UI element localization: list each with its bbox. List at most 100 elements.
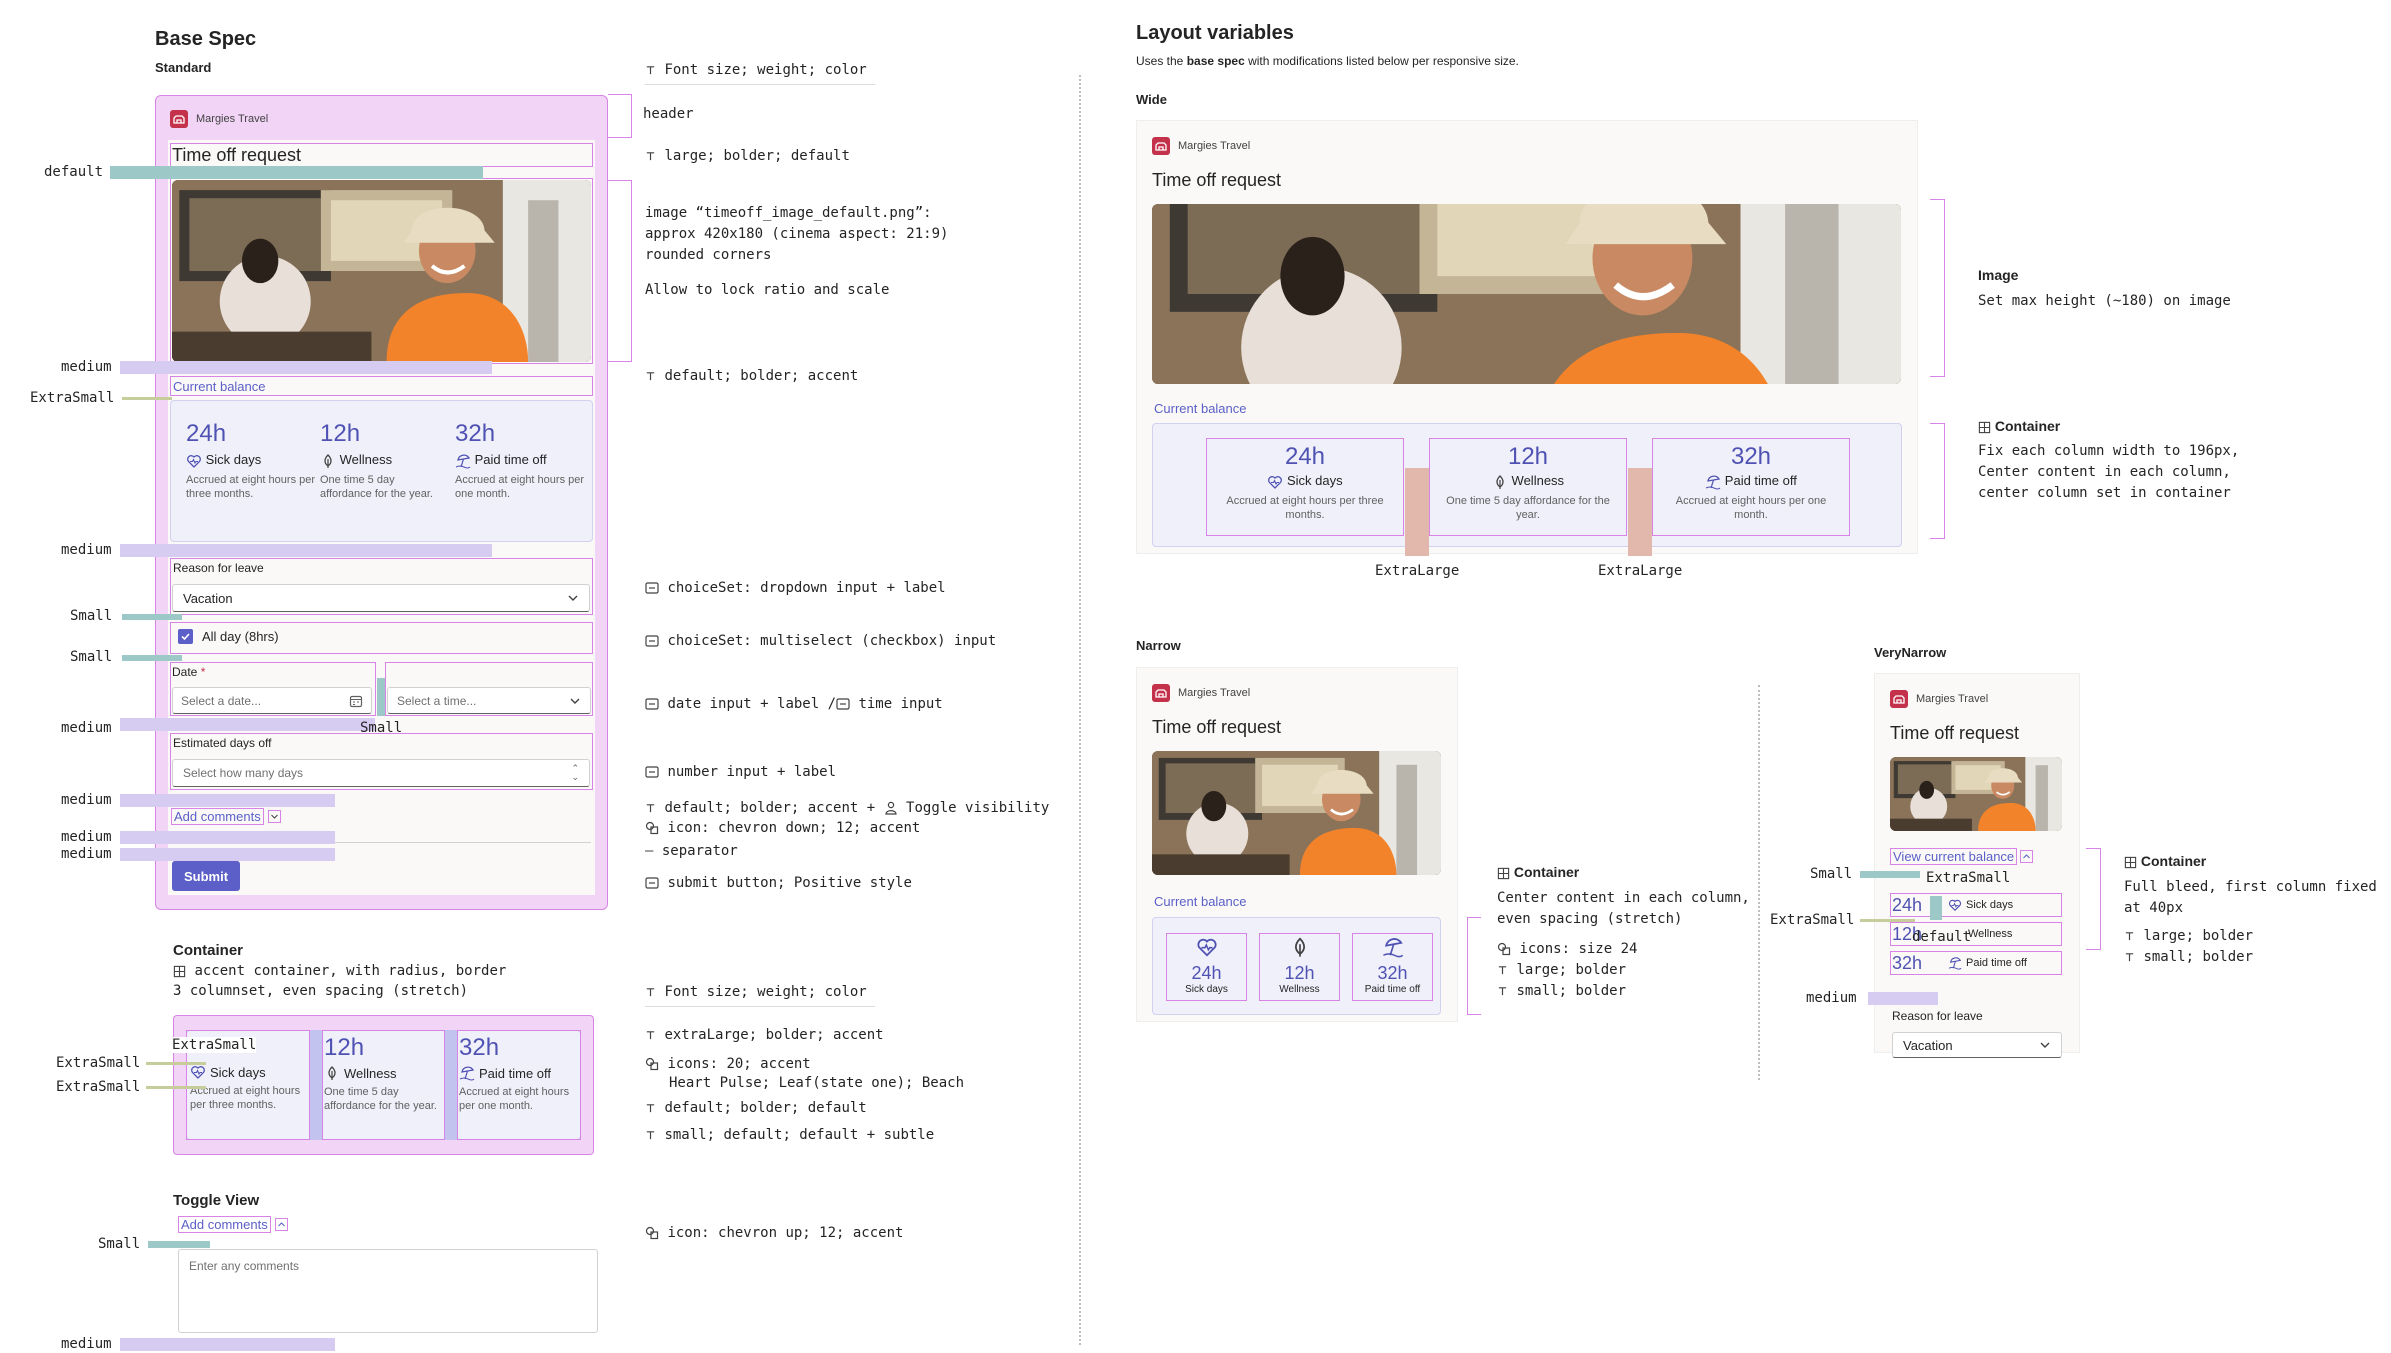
stat-label: Paid time off bbox=[474, 452, 547, 467]
wide-extralarge-label: ExtraLarge bbox=[1375, 563, 1460, 579]
note-text: icons: 20; accent bbox=[667, 1056, 811, 1072]
note-header: header bbox=[643, 106, 694, 122]
stat-label: Paid time off bbox=[1724, 473, 1797, 488]
narrow-l2: even spacing (stretch) bbox=[1497, 911, 1683, 927]
view-balance-link[interactable]: View current balance bbox=[1890, 848, 2018, 865]
spacing-bar-small bbox=[122, 655, 182, 661]
vn-reason-dropdown[interactable]: Vacation bbox=[1892, 1032, 2062, 1058]
date-input[interactable]: Select a date... bbox=[172, 687, 372, 714]
add-comments-toggle[interactable]: Add comments bbox=[171, 808, 281, 825]
vn-extrasmall-left-label: ExtraSmall bbox=[1770, 912, 1855, 928]
stat-value: 32h bbox=[455, 420, 496, 447]
toggle-title: Toggle View bbox=[173, 1192, 260, 1209]
vn-container-title: Container bbox=[2124, 853, 2206, 869]
form-input-icon bbox=[836, 697, 850, 711]
container-line1: accent container, with radius, border bbox=[173, 963, 506, 979]
required-mark: * bbox=[200, 665, 206, 679]
timeoff-image bbox=[172, 180, 591, 362]
beach-icon bbox=[1382, 936, 1404, 958]
leaf-icon bbox=[1289, 936, 1311, 958]
note-text: default; bolder; accent bbox=[664, 368, 859, 384]
spacing-label-medium: medium bbox=[61, 792, 112, 808]
wide-image-note-title: Image bbox=[1978, 267, 2019, 283]
reason-label: Reason for leave bbox=[173, 561, 264, 575]
chevron-down-icon[interactable] bbox=[267, 810, 281, 823]
vn-default-label: default bbox=[1912, 929, 1972, 945]
narrow-balance-label: Current balance bbox=[1154, 894, 1247, 909]
stat-value: 24h bbox=[186, 420, 227, 447]
note-text: large; bolder bbox=[1516, 962, 1627, 978]
text-icon bbox=[1497, 965, 1508, 976]
stat-label: Wellness bbox=[1511, 473, 1565, 488]
form-input-icon bbox=[645, 581, 659, 595]
estimated-number-input[interactable]: Select how many days ⌃ ⌄ bbox=[172, 759, 590, 787]
time-input[interactable]: Select a time... bbox=[387, 687, 591, 714]
chevron-down-icon bbox=[2039, 1039, 2051, 1051]
chevron-down-icon bbox=[569, 695, 581, 707]
stat-desc: One time 5 day affordance for the year. bbox=[1446, 494, 1610, 521]
add-comments-link[interactable]: Add comments bbox=[178, 1216, 271, 1233]
column-gap bbox=[445, 1030, 457, 1140]
vn-view-balance[interactable]: View current balance bbox=[1890, 848, 2034, 865]
add-comments-link[interactable]: Add comments bbox=[171, 808, 264, 825]
note-text: choiceSet: dropdown input + label bbox=[667, 580, 946, 596]
narrow-bracket bbox=[1467, 917, 1481, 1015]
note-text: Container bbox=[2140, 853, 2207, 869]
spacing-label-small: Small bbox=[70, 608, 113, 624]
wide-stat-wellness: 12h Wellness One time 5 day affordance f… bbox=[1429, 438, 1627, 536]
heart-pulse-icon bbox=[1948, 898, 1962, 912]
spacing-label-medium: medium bbox=[61, 846, 112, 862]
text-icon bbox=[645, 1103, 656, 1114]
image-bracket bbox=[608, 180, 632, 362]
reason-value: Vacation bbox=[183, 590, 233, 606]
narrow-divider bbox=[1758, 685, 1760, 1080]
toggle-add-comments[interactable]: Add comments bbox=[178, 1216, 288, 1233]
wide-card-title: Time off request bbox=[1152, 170, 1282, 190]
note-text: Container bbox=[1994, 418, 2061, 434]
text-icon bbox=[645, 987, 656, 998]
stat-label: Paid time off bbox=[1364, 984, 1421, 995]
stat-desc: Accrued at eight hours per one month. bbox=[459, 1086, 570, 1112]
shapes-icon bbox=[1497, 942, 1511, 956]
vn-extrasmall-label: ExtraSmall bbox=[1926, 870, 2011, 886]
margies-logo-icon bbox=[1890, 690, 1908, 708]
shapes-icon bbox=[645, 821, 659, 835]
app-name: Margies Travel bbox=[196, 113, 269, 125]
stepper-icon[interactable]: ⌃ ⌄ bbox=[571, 764, 579, 782]
note-text: default; bolder; default bbox=[664, 1100, 867, 1116]
narrow-l5: small; bolder bbox=[1497, 983, 1626, 999]
spacing-small-vertical bbox=[377, 678, 385, 716]
narrow-stat-wellness: 12h Wellness bbox=[1259, 933, 1340, 1001]
vn-gap-default bbox=[1930, 896, 1942, 920]
section-divider bbox=[1079, 75, 1081, 1345]
spacing-label-extrasmall: ExtraSmall bbox=[56, 1079, 141, 1095]
chevron-down-icon bbox=[567, 592, 579, 604]
chevron-up-icon[interactable] bbox=[274, 1218, 288, 1231]
reason-dropdown[interactable]: Vacation bbox=[172, 584, 590, 612]
stat-value: 32h bbox=[1730, 443, 1772, 470]
stat-value: 12h bbox=[1284, 963, 1315, 983]
stat-label: Wellness bbox=[1279, 984, 1320, 995]
note-text: Toggle visibility bbox=[906, 800, 1050, 816]
comments-textarea[interactable]: Enter any comments bbox=[178, 1249, 598, 1333]
stat-label: Sick days bbox=[1286, 473, 1343, 488]
submit-button[interactable]: Submit bbox=[172, 861, 240, 891]
date-placeholder: Select a date... bbox=[181, 693, 262, 708]
container-title: Container bbox=[173, 942, 244, 959]
app-name: Margies Travel bbox=[1916, 693, 1989, 705]
allday-checkbox[interactable]: All day (8hrs) bbox=[178, 629, 279, 644]
narrow-stat-pto: 32h Paid time off bbox=[1352, 933, 1433, 1001]
note-toggle: default; bolder; accent + Toggle visibil… bbox=[645, 800, 1049, 816]
chevron-up-icon[interactable] bbox=[2020, 850, 2034, 863]
stat-wellness: 12h Wellness One time 5 day affordance f… bbox=[320, 420, 445, 501]
narrow-label: Narrow bbox=[1136, 638, 1181, 653]
spacing-label-medium: medium bbox=[61, 542, 112, 558]
spacing-bar-extrasmall bbox=[122, 397, 172, 400]
leaf-icon bbox=[324, 1065, 340, 1081]
vn-bracket bbox=[2086, 848, 2101, 950]
checkbox-checked-icon bbox=[178, 629, 193, 644]
spacing-label-small: Small bbox=[70, 649, 113, 665]
note-number: number input + label bbox=[645, 764, 836, 780]
heart-pulse-icon bbox=[186, 453, 202, 469]
wide-container-l2: Center content in each column, bbox=[1978, 464, 2231, 480]
